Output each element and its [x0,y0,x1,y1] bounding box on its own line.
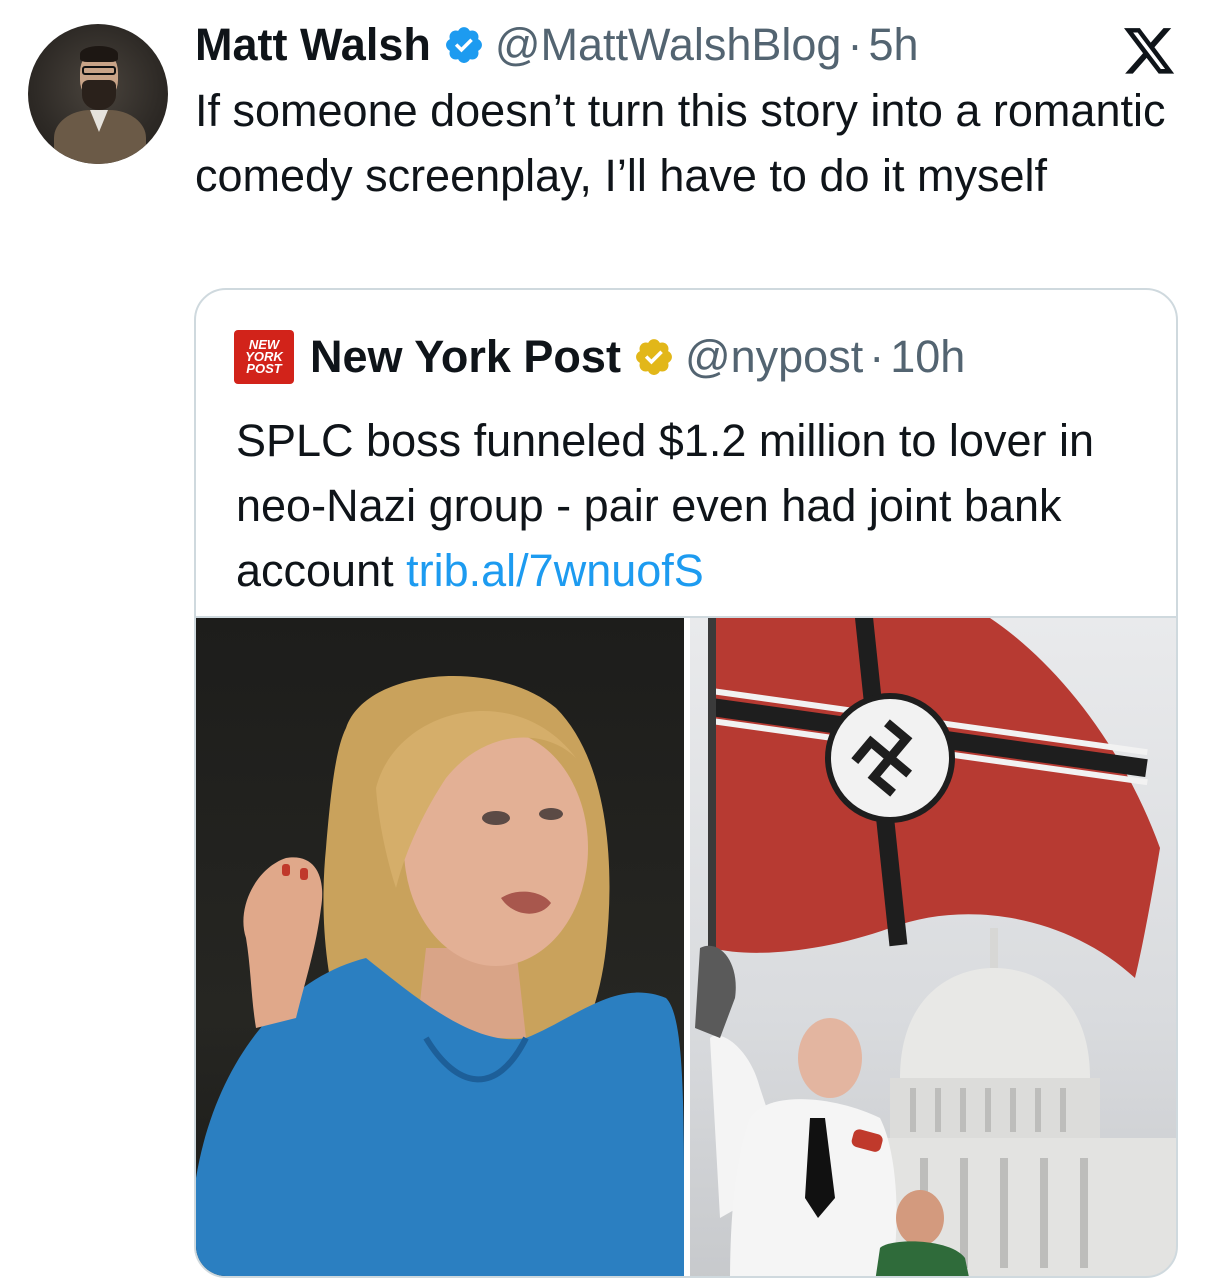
author-handle[interactable]: @MattWalshBlog [495,18,842,72]
media-grid [196,616,1176,1276]
quoted-separator-dot: · [869,331,885,382]
quoted-tweet-header: NEW YORK POST New York Post @nypost · 10… [234,330,965,384]
article-link[interactable]: trib.al/7wnuofS [406,545,704,596]
quoted-author-name[interactable]: New York Post [310,330,621,384]
quoted-author-handle[interactable]: @nypost [685,330,863,384]
author-name[interactable]: Matt Walsh [195,18,431,72]
tweet-header: Matt Walsh @MattWalshBlog · 5h [195,18,919,72]
nypost-logo[interactable]: NEW YORK POST [234,330,294,384]
gold-verified-badge-icon [633,336,675,378]
tweet-text: If someone doesn’t turn this story into … [195,85,1166,201]
timestamp[interactable]: 5h [868,18,918,72]
avatar[interactable] [28,24,168,164]
separator-dot: · [847,19,863,70]
x-logo-icon[interactable] [1124,28,1176,76]
media-image-flag-capitol[interactable] [690,618,1176,1276]
quoted-tweet-card[interactable]: NEW YORK POST New York Post @nypost · 10… [194,288,1178,1278]
quoted-timestamp[interactable]: 10h [890,330,965,384]
logo-line-3: POST [246,361,282,376]
quoted-tweet-text: SPLC boss funneled $1.2 million to lover… [236,408,1136,603]
verified-badge-icon [443,24,485,66]
media-image-woman[interactable] [196,618,684,1276]
